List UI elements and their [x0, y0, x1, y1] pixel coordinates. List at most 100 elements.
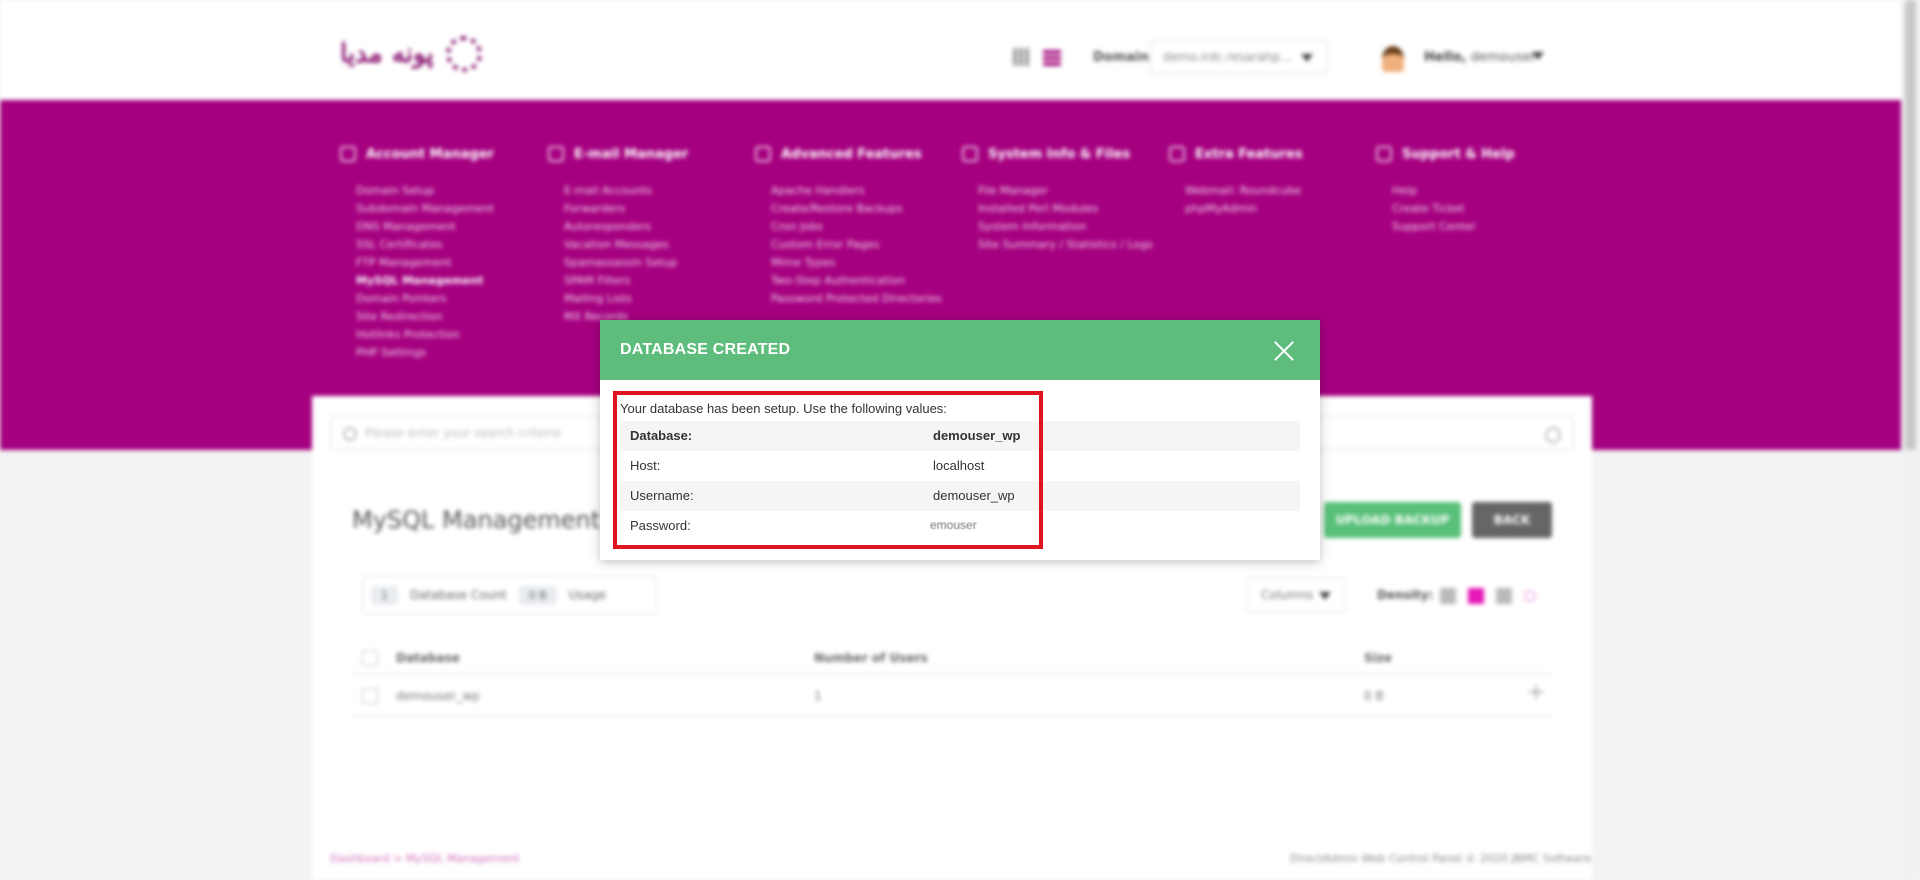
menu-item[interactable]: Domain Setup: [356, 182, 540, 200]
menu-item[interactable]: Create Ticket: [1392, 200, 1576, 218]
credential-row-host: Host: localhost: [620, 451, 1300, 481]
density-comfortable-icon[interactable]: [1496, 588, 1512, 604]
menu-item[interactable]: MySQL Management: [356, 272, 540, 290]
cell-database[interactable]: demouser_wp: [396, 689, 480, 703]
credential-label: Host:: [630, 458, 661, 473]
close-icon[interactable]: [1273, 340, 1295, 362]
menu-column: Support & Help Help Create Ticket Support C…: [1376, 146, 1576, 236]
menu-item[interactable]: phpMyAdmin: [1185, 200, 1369, 218]
dialog-header: DATABASE CREATED: [600, 320, 1320, 380]
menu-heading-icon: [962, 146, 978, 162]
scrollbar-thumb[interactable]: [1905, 0, 1916, 450]
menu-item[interactable]: Forwarders: [564, 200, 748, 218]
menu-item[interactable]: Subdomain Management: [356, 200, 540, 218]
col-header-database[interactable]: Database: [396, 651, 460, 665]
menu-heading-label: Advanced Features: [781, 146, 922, 162]
avatar[interactable]: [1382, 46, 1404, 72]
cell-size: 0 B: [1364, 689, 1384, 703]
menu-item[interactable]: Two-Step Authentication: [771, 272, 955, 290]
domain-label: Domain: [1093, 50, 1149, 65]
select-all-checkbox[interactable]: [362, 650, 378, 666]
menu-item[interactable]: Support Center: [1392, 218, 1576, 236]
refresh-icon[interactable]: [1524, 590, 1536, 602]
menu-heading[interactable]: Advanced Features: [755, 146, 955, 162]
list-view-icon[interactable]: [1043, 48, 1061, 66]
menu-item[interactable]: FTP Management: [356, 254, 540, 272]
table-header: Database Number of Users Size: [352, 640, 1552, 675]
credentials-table: Database: demouser_wp Host: localhost Us…: [620, 421, 1300, 541]
menu-item[interactable]: Domain Pointers: [356, 290, 540, 308]
menu-item[interactable]: Apache Handlers: [771, 182, 955, 200]
menu-item[interactable]: SSL Certificates: [356, 236, 540, 254]
menu-item[interactable]: Site Summary / Statistics / Logs: [978, 236, 1162, 254]
logo-mark-icon: [445, 36, 482, 72]
menu-item[interactable]: Installed Perl Modules: [978, 200, 1162, 218]
credential-value: localhost: [933, 458, 985, 473]
user-menu-chevron-icon[interactable]: [1532, 52, 1544, 60]
menu-item[interactable]: E-mail Accounts: [564, 182, 748, 200]
logo-text: پونه مدیا: [340, 39, 434, 69]
menu-item[interactable]: Hotlinks Protection: [356, 326, 540, 344]
top-bar: پونه مدیا Domain demo.irdc.resarahp... H…: [0, 0, 1901, 100]
menu-item[interactable]: Mime Types: [771, 254, 955, 272]
credential-row-database: Database: demouser_wp: [620, 421, 1300, 451]
greeting-text: Hello,: [1424, 50, 1467, 65]
user-greeting[interactable]: Hello, demouser: [1424, 50, 1536, 65]
row-checkbox[interactable]: [362, 688, 378, 704]
view-toggle: [1013, 48, 1061, 66]
menu-item[interactable]: Site Redirection: [356, 308, 540, 326]
menu-item[interactable]: File Manager: [978, 182, 1162, 200]
menu-item[interactable]: Webmail: Roundcube: [1185, 182, 1369, 200]
menu-item[interactable]: Create/Restore Backups: [771, 200, 955, 218]
menu-item[interactable]: Cron Jobs: [771, 218, 955, 236]
menu-heading[interactable]: System Info & Files: [962, 146, 1162, 162]
expand-plus-icon[interactable]: +: [1527, 680, 1545, 705]
menu-heading[interactable]: E-mail Manager: [548, 146, 748, 162]
menu-column: Account Manager Domain Setup Subdomain Man…: [340, 146, 540, 362]
menu-item[interactable]: Password Protected Directories: [771, 290, 955, 308]
menu-item[interactable]: Help: [1392, 182, 1576, 200]
menu-item[interactable]: Vacation Messages: [564, 236, 748, 254]
menu-item[interactable]: SPAM Filters: [564, 272, 748, 290]
density-normal-icon[interactable]: [1468, 588, 1484, 604]
back-button[interactable]: BACK: [1472, 502, 1552, 538]
menu-item[interactable]: DNS Management: [356, 218, 540, 236]
menu-heading-icon: [1169, 146, 1185, 162]
database-created-dialog: DATABASE CREATED Your database has been …: [600, 320, 1320, 560]
domain-select[interactable]: demo.irdc.resarahp...: [1150, 40, 1328, 74]
menu-item[interactable]: Spamassassin Setup: [564, 254, 748, 272]
settings-icon[interactable]: [1545, 427, 1561, 443]
page-title: MySQL Management: [352, 506, 601, 534]
grid-view-icon[interactable]: [1013, 48, 1031, 66]
breadcrumb[interactable]: Dashboard > MySQL Management: [330, 852, 520, 865]
db-count-label: Database Count: [410, 588, 507, 602]
menu-item[interactable]: System Information: [978, 218, 1162, 236]
menu-item[interactable]: Autoresponders: [564, 218, 748, 236]
credential-label: Database:: [630, 428, 693, 443]
col-header-users[interactable]: Number of Users: [814, 651, 928, 665]
density-compact-icon[interactable]: [1440, 588, 1456, 604]
table-row: demouser_wp 1 0 B +: [352, 678, 1552, 717]
menu-heading-icon: [548, 146, 564, 162]
col-header-size[interactable]: Size: [1364, 651, 1392, 665]
menu-item[interactable]: PHP Settings: [356, 344, 540, 362]
menu-heading[interactable]: Support & Help: [1376, 146, 1576, 162]
menu-item[interactable]: Mailing Lists: [564, 290, 748, 308]
credential-value: demouser_wp: [933, 488, 1015, 503]
menu-heading-label: E-mail Manager: [574, 146, 689, 162]
columns-dropdown[interactable]: Columns: [1246, 578, 1346, 612]
cell-users: 1: [814, 689, 822, 703]
upload-backup-button[interactable]: UPLOAD BACKUP: [1324, 502, 1461, 538]
menu-heading-icon: [755, 146, 771, 162]
menu-heading-label: Extra Features: [1195, 146, 1303, 162]
credential-value: emouser: [930, 518, 977, 532]
menu-heading-icon: [340, 146, 356, 162]
usage-value: 0 B: [518, 585, 557, 605]
menu-item[interactable]: Custom Error Pages: [771, 236, 955, 254]
menu-heading[interactable]: Extra Features: [1169, 146, 1369, 162]
menu-heading[interactable]: Account Manager: [340, 146, 540, 162]
columns-label: Columns: [1261, 588, 1314, 602]
logo[interactable]: پونه مدیا: [340, 36, 482, 72]
dialog-intro-text: Your database has been setup. Use the fo…: [620, 401, 947, 416]
menu-column: Extra Features Webmail: Roundcube phpMyAdm…: [1169, 146, 1369, 218]
